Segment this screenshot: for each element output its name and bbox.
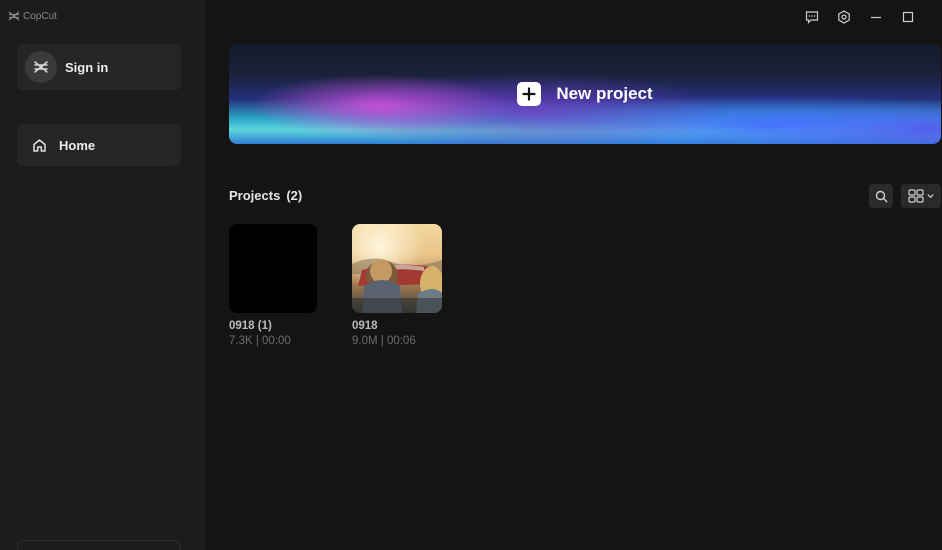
maximize-button[interactable] [892,8,924,26]
capcut-logo-icon [34,61,48,73]
capcut-logo-icon [8,11,20,21]
convertible-car-thumbnail [352,224,442,313]
new-project-button[interactable]: New project [229,44,941,144]
settings-button[interactable] [828,8,860,26]
feedback-button[interactable] [796,8,828,26]
sidebar: CopCut Sign in Home [0,0,205,550]
sidebar-item-home[interactable]: Home [17,124,181,166]
plus-icon [517,82,542,106]
brand: CopCut [8,9,57,23]
minimize-icon [871,16,881,19]
settings-icon [838,10,850,24]
home-icon [33,138,46,152]
project-thumbnail[interactable] [229,224,317,313]
search-icon [875,190,888,203]
minimize-button[interactable] [860,8,892,26]
sign-in-label: Sign in [65,59,109,75]
project-card[interactable]: 0918 9.0M | 00:06 [352,224,442,347]
project-thumbnail[interactable] [352,224,442,313]
search-projects-button[interactable] [869,184,893,208]
projects-count: (2) [286,188,303,203]
projects-heading: Projects (2) [229,188,302,203]
project-meta: 9.0M | 00:06 [352,335,416,347]
project-card[interactable]: 0918 (1) 7.3K | 00:00 [229,224,317,347]
window-controls [796,8,924,26]
sign-in-button[interactable]: Sign in [17,44,181,90]
projects-title: Projects [229,188,281,203]
sidebar-bottom-panel [17,540,181,550]
project-meta: 7.3K | 00:00 [229,335,291,347]
sidebar-item-label: Home [59,137,96,153]
project-name: 0918 (1) [229,320,272,332]
chevron-down-icon [927,194,934,199]
view-mode-dropdown[interactable] [901,184,941,208]
new-project-label: New project [556,84,653,103]
avatar [25,51,57,83]
project-name: 0918 [352,320,378,332]
brand-name: CopCut [23,10,57,22]
grid-view-icon [908,189,924,203]
app-window: CopCut Sign in Home New project Projects… [0,0,942,550]
feedback-icon [805,11,819,24]
maximize-icon [902,11,914,23]
new-project-banner[interactable]: New project [229,44,941,144]
